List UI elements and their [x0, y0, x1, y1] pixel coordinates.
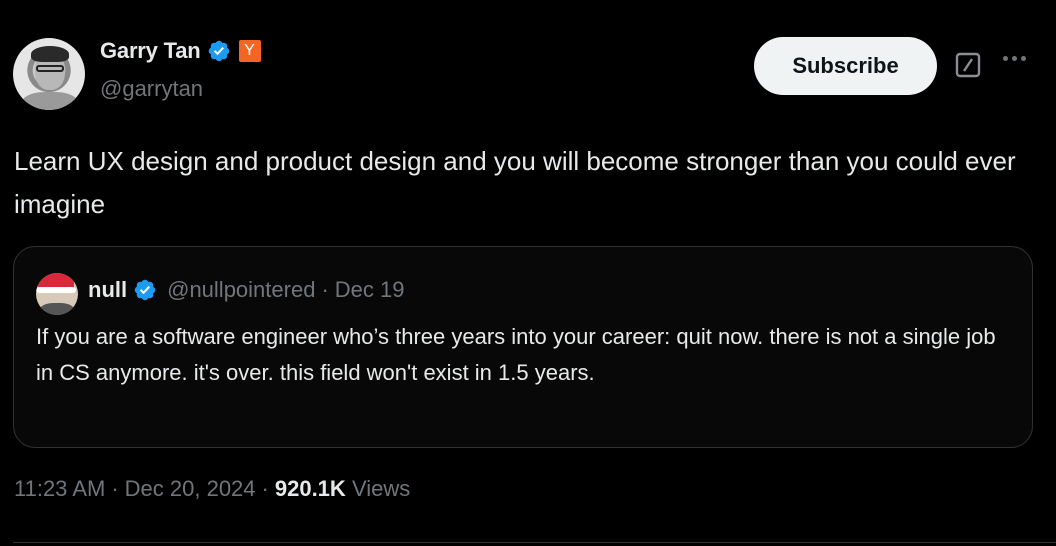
author-name[interactable]: Garry Tan [100, 38, 201, 64]
verified-badge-icon[interactable] [207, 39, 231, 63]
separator-dot: · [261, 476, 269, 501]
avatar-hair [31, 46, 69, 62]
affiliate-badge[interactable]: Y [238, 40, 261, 62]
quoted-author-handle[interactable]: @nullpointered [167, 277, 315, 303]
separator-dot: · [111, 476, 119, 501]
views-label: Views [351, 476, 411, 501]
avatar-body [40, 303, 74, 315]
author-name-row: Garry Tan Y [100, 38, 261, 64]
avatar-glasses [36, 65, 64, 72]
avatar-shirt [21, 92, 79, 110]
divider [13, 542, 1056, 543]
quoted-tweet[interactable]: null @nullpointered · Dec 19 If you are … [13, 246, 1033, 448]
grok-slash-icon[interactable] [955, 52, 981, 78]
tweet-date[interactable]: Dec 20, 2024 [125, 476, 256, 502]
views-count: 920.1K [274, 476, 346, 501]
separator-dot: · [321, 277, 329, 302]
santa-hat-brim [36, 287, 76, 293]
more-options-icon[interactable] [1003, 56, 1026, 61]
author-avatar[interactable] [13, 38, 85, 110]
dot [1003, 56, 1008, 61]
tweet-text: Learn UX design and product design and y… [14, 146, 1016, 219]
author-handle[interactable]: @garrytan [100, 76, 203, 102]
quoted-tweet-text: If you are a software engineer who’s thr… [36, 324, 996, 385]
quoted-author-name[interactable]: null [88, 277, 127, 303]
tweet-time[interactable]: 11:23 AM [14, 476, 105, 502]
dot [1012, 56, 1017, 61]
quoted-header: null @nullpointered · Dec 19 [88, 273, 404, 307]
tweet-meta: 11:23 AM · Dec 20, 2024 · 920.1K Views [14, 476, 410, 502]
quoted-author-avatar[interactable] [36, 273, 78, 315]
verified-badge-icon[interactable] [133, 278, 157, 302]
subscribe-button[interactable]: Subscribe [754, 37, 937, 95]
quoted-date[interactable]: Dec 19 [335, 277, 405, 303]
views-group[interactable]: 920.1K Views [275, 476, 410, 502]
dot [1021, 56, 1026, 61]
